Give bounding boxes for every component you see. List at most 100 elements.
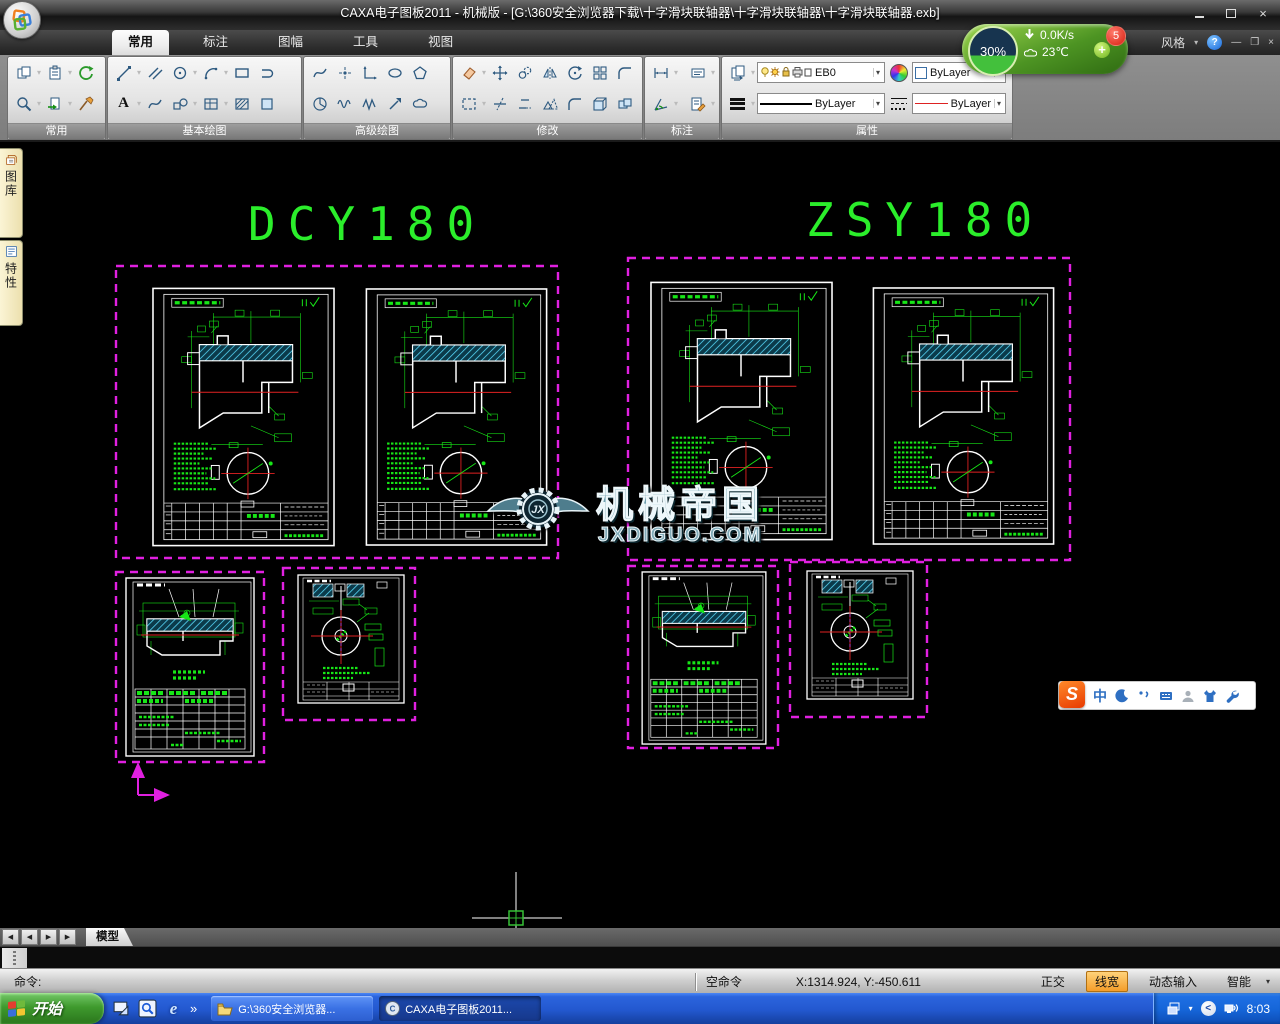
spline-button[interactable]	[143, 91, 166, 116]
shapes-button[interactable]	[168, 91, 191, 116]
dim-linear-dropdown-icon[interactable]: ▾	[674, 69, 678, 77]
pie-button[interactable]	[308, 91, 331, 116]
dim-angle-dropdown-icon[interactable]: ▾	[674, 100, 678, 108]
ime-skin-button[interactable]	[1203, 689, 1217, 703]
offset-button[interactable]	[513, 60, 536, 85]
ime-account-button[interactable]	[1181, 689, 1195, 703]
zoom-dropdown-icon[interactable]: ▾	[37, 100, 41, 108]
select-rect-button[interactable]	[457, 91, 480, 116]
doc-restore-button[interactable]: ❐	[1250, 37, 1259, 48]
region-button[interactable]	[255, 91, 278, 116]
tab-view[interactable]: 视图	[412, 30, 469, 55]
copy-dropdown-icon[interactable]: ▾	[37, 69, 41, 77]
dim-edit-dropdown-icon[interactable]: ▾	[711, 100, 715, 108]
tab-sheet[interactable]: 图幅	[262, 30, 319, 55]
network-status-icon[interactable]	[1224, 1001, 1239, 1016]
line-width-dropdown-icon[interactable]: ▾	[751, 100, 755, 108]
rectangle-button[interactable]	[230, 60, 253, 85]
join-button[interactable]	[613, 91, 636, 116]
dim-edit-button[interactable]	[686, 91, 709, 116]
revision-cloud-button[interactable]	[408, 91, 431, 116]
move-button[interactable]	[488, 60, 511, 85]
hatch-button[interactable]	[230, 91, 253, 116]
taskbar-item-browser-folder[interactable]: G:\360安全浏览器...	[211, 996, 373, 1021]
next-sheet-button[interactable]: ▶	[40, 929, 57, 945]
scale-button[interactable]	[538, 91, 561, 116]
dcy180-part-sheet[interactable]	[126, 578, 254, 756]
rotate-button[interactable]	[563, 60, 586, 85]
arrow-button[interactable]	[383, 91, 406, 116]
closed-curve-button[interactable]	[255, 60, 278, 85]
help-button[interactable]: ?	[1207, 35, 1222, 50]
line-dropdown-icon[interactable]: ▾	[137, 69, 141, 77]
taskbar-item-caxa[interactable]: C CAXA电子图板2011...	[379, 996, 541, 1021]
arc-button[interactable]	[199, 60, 222, 85]
layer-tool-button[interactable]	[726, 60, 749, 85]
sogou-logo-icon[interactable]: S	[1059, 681, 1085, 708]
doc-minimize-button[interactable]: —	[1231, 37, 1241, 48]
add-button[interactable]: +	[1094, 42, 1110, 58]
ortho-toggle[interactable]: 正交	[1032, 971, 1074, 992]
optimization-gauge[interactable]: 30%	[968, 26, 1018, 76]
erase-button[interactable]	[457, 60, 480, 85]
stretch-button[interactable]	[613, 60, 636, 85]
extend-button[interactable]	[513, 91, 536, 116]
linestyle-combobox[interactable]: ByLayer ▾	[912, 93, 1006, 114]
line-width-button[interactable]	[726, 91, 749, 116]
paste-button[interactable]	[43, 60, 66, 85]
notification-badge[interactable]: 5	[1106, 26, 1126, 46]
explode-button[interactable]	[588, 91, 611, 116]
polyline-button[interactable]	[308, 60, 331, 85]
restore-button[interactable]	[1222, 6, 1240, 20]
linestyle-combo-dropdown-icon[interactable]: ▾	[994, 99, 1003, 108]
app-menu-button[interactable]	[3, 1, 41, 39]
layer-combo-dropdown-icon[interactable]: ▾	[873, 68, 882, 77]
ime-keyboard-button[interactable]	[1159, 689, 1173, 703]
ie-launcher-button[interactable]: e	[164, 999, 183, 1018]
tab-common[interactable]: 常用	[112, 30, 169, 55]
dynamic-input-toggle[interactable]: 动态输入	[1140, 971, 1206, 992]
dim-tolerance-button[interactable]	[686, 60, 709, 85]
close-button[interactable]: ×	[1254, 6, 1272, 20]
zsy180-flange-sheet[interactable]	[807, 571, 913, 699]
tab-tools[interactable]: 工具	[337, 30, 394, 55]
sidebar-tab-library[interactable]: 图库	[0, 148, 23, 238]
smart-snap-toggle[interactable]: 智能	[1218, 971, 1260, 992]
sidebar-tab-properties[interactable]: 特性	[0, 240, 23, 326]
circle-button[interactable]	[168, 60, 191, 85]
layer-tool-dropdown-icon[interactable]: ▾	[751, 69, 755, 77]
arc-dropdown-icon[interactable]: ▾	[224, 69, 228, 77]
dim-angle-button[interactable]	[649, 91, 672, 116]
ime-moon-button[interactable]	[1115, 689, 1129, 703]
linetype-combo-dropdown-icon[interactable]: ▾	[873, 99, 882, 108]
trim-button[interactable]	[488, 91, 511, 116]
paste-dropdown-icon[interactable]: ▾	[68, 69, 72, 77]
minimize-button[interactable]	[1190, 6, 1208, 20]
zoom-button[interactable]	[12, 91, 35, 116]
last-sheet-button[interactable]: ▶	[59, 929, 76, 945]
polygon-button[interactable]	[408, 60, 431, 85]
dim-tolerance-dropdown-icon[interactable]: ▾	[711, 69, 715, 77]
first-sheet-button[interactable]: ◀	[2, 929, 19, 945]
tab-annotate[interactable]: 标注	[187, 30, 244, 55]
color-wheel-button[interactable]	[887, 60, 910, 85]
360-desktop-widget[interactable]: 30% 0.0K/s 23℃ 5 +	[962, 24, 1128, 74]
import-dropdown-icon[interactable]: ▾	[68, 100, 72, 108]
clock[interactable]: 8:03	[1247, 1002, 1270, 1016]
import-button[interactable]	[43, 91, 66, 116]
command-window-handle[interactable]	[2, 948, 27, 968]
text-button[interactable]: A	[112, 91, 135, 116]
model-tab[interactable]: 模型	[86, 928, 133, 946]
dcy180-sheet-1[interactable]	[153, 288, 334, 545]
table-button[interactable]	[199, 91, 222, 116]
tray-restore-icon[interactable]	[1166, 1001, 1181, 1016]
zsy180-part-sheet[interactable]	[642, 572, 766, 744]
ime-mode-button[interactable]: 中	[1093, 686, 1107, 706]
style-brush-button[interactable]	[74, 91, 97, 116]
linetype-combobox[interactable]: ByLayer ▾	[757, 93, 885, 114]
tray-collapse-icon[interactable]: ▾	[1189, 1005, 1193, 1013]
start-button[interactable]: 开始	[0, 993, 104, 1024]
select-dropdown-icon[interactable]: ▾	[482, 100, 486, 108]
ime-punctuation-button[interactable]	[1137, 689, 1151, 703]
ime-settings-button[interactable]	[1225, 689, 1239, 703]
